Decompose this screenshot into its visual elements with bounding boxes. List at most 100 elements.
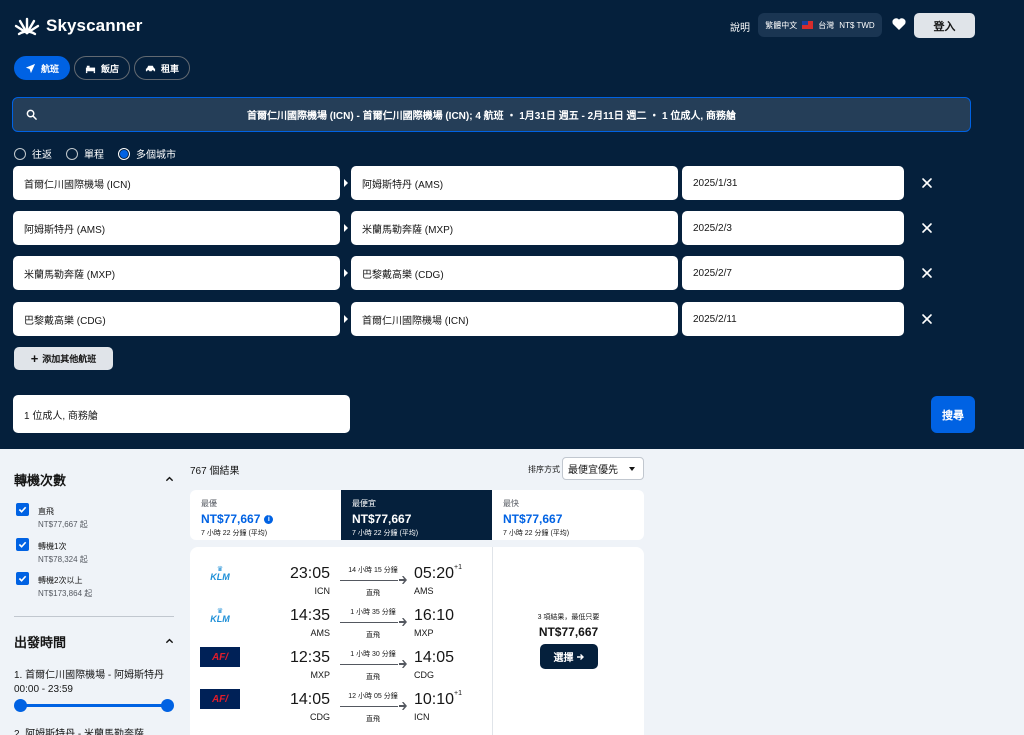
brand-name: Skyscanner	[46, 16, 143, 35]
plus-icon: +	[30, 351, 39, 366]
travelers-cabin-field[interactable]: 1 位成人, 商務艙	[13, 395, 350, 433]
locale-button[interactable]: 繁體中文 台灣 NT$ TWD	[758, 13, 882, 37]
departure-time-slider[interactable]	[19, 704, 167, 707]
day-offset: +1	[454, 690, 463, 697]
sort-tab-best[interactable]: 最優 NT$77,667 i 7 小時 22 分鐘 (平均)	[190, 490, 341, 540]
from-field[interactable]: 首爾仁川國際機場 (ICN)	[13, 166, 340, 200]
arrow-right-icon	[344, 179, 348, 187]
add-flight-button[interactable]: + 添加其他航班	[14, 347, 113, 370]
departure-airport: MXP	[310, 670, 330, 680]
round-trip-label: 往返	[32, 150, 52, 161]
chevron-up-icon[interactable]	[165, 636, 174, 645]
checkbox-direct[interactable]	[16, 503, 29, 516]
leg-row: 首爾仁川國際機場 (ICN) 阿姆斯特丹 (AMS) 2025/1/31	[13, 166, 943, 200]
departure-route-label: 1. 首爾仁川國際機場 - 阿姆斯特丹	[14, 670, 165, 681]
from-field[interactable]: 米蘭馬勒奔薩 (MXP)	[13, 256, 340, 290]
heart-icon[interactable]	[891, 16, 907, 32]
leg-row: 米蘭馬勒奔薩 (MXP) 巴黎戴高樂 (CDG) 2025/2/7	[13, 256, 943, 290]
multi-city-label: 多個城市	[136, 150, 176, 161]
result-count: 767 個結果	[190, 466, 240, 477]
sort-tab-price: NT$77,667	[201, 512, 261, 526]
tab-flights[interactable]: 航班	[14, 56, 71, 80]
radio-one-way[interactable]	[66, 147, 78, 160]
trip-type-multi-city[interactable]: 多個城市	[118, 146, 176, 161]
tab-hotels-label: 飯店	[101, 63, 120, 74]
flight-leg: AF/ 14:05 CDG 12 小時 05 分鐘 直飛 10:10+1 ICN	[190, 681, 492, 725]
tab-cars[interactable]: 租車	[134, 56, 191, 80]
arrival-airport: AMS	[414, 586, 434, 596]
info-icon[interactable]: i	[264, 514, 274, 524]
date-field[interactable]: 2025/2/11	[682, 302, 904, 336]
af-logo-slash: /	[225, 651, 229, 663]
slider-handle-end[interactable]	[161, 699, 174, 712]
to-field[interactable]: 巴黎戴高樂 (CDG)	[351, 256, 678, 290]
search-summary-bar[interactable]: 首爾仁川國際機場 (ICN) - 首爾仁川國際機場 (ICN); 4 航班 ・ …	[12, 97, 971, 132]
checkmark-icon	[18, 541, 27, 548]
flight-leg: ♛ KLM 14:35 AMS 1 小時 35 分鐘 直飛 16:10 MXP	[190, 597, 492, 641]
radio-multi-city[interactable]	[118, 147, 130, 160]
to-field[interactable]: 米蘭馬勒奔薩 (MXP)	[351, 211, 678, 245]
checkbox-two-plus[interactable]	[16, 572, 29, 585]
departure-airport: AMS	[310, 628, 330, 638]
taiwan-flag-icon	[802, 21, 814, 29]
sort-tab-name: 最快	[503, 499, 519, 508]
currency-label: NT$ TWD	[839, 20, 875, 30]
arrival-time-value: 05:20	[414, 565, 455, 582]
departure-airport: ICN	[314, 586, 331, 596]
sort-tabs: 最優 NT$77,667 i 7 小時 22 分鐘 (平均) 最便宜 NT$77,…	[190, 490, 644, 540]
to-field[interactable]: 首爾仁川國際機場 (ICN)	[351, 302, 678, 336]
flight-ticket-card[interactable]: ♛ KLM 23:05 ICN 14 小時 15 分鐘 直飛 05:20+1 AM…	[190, 547, 644, 735]
date-field[interactable]: 2025/2/3	[682, 211, 904, 245]
arrival-airport: ICN	[414, 712, 430, 722]
flight-leg: AF/ 12:35 MXP 1 小時 30 分鐘 直飛 14:05 CDG	[190, 639, 492, 683]
sort-tab-duration: 7 小時 22 分鐘 (平均)	[352, 530, 419, 537]
chevron-up-icon[interactable]	[165, 474, 174, 483]
bed-icon	[85, 65, 96, 73]
day-offset: +1	[454, 564, 463, 571]
deal-note: 3 項結果，最低只要	[537, 614, 600, 621]
tab-flights-label: 航班	[41, 63, 60, 74]
sun-logo-icon	[14, 17, 40, 36]
radio-round-trip[interactable]	[14, 147, 26, 160]
login-button[interactable]: 登入	[914, 13, 975, 38]
close-icon[interactable]	[920, 221, 934, 235]
sort-select[interactable]: 最便宜優先	[562, 457, 644, 480]
klm-logo: ♛ KLM	[200, 605, 240, 627]
af-logo-text: AF	[211, 693, 226, 705]
slider-handle-start[interactable]	[14, 699, 27, 712]
departure-filter-title[interactable]: 出發時間	[14, 632, 66, 651]
sort-tab-cheapest[interactable]: 最便宜 NT$77,667 7 小時 22 分鐘 (平均)	[341, 490, 492, 540]
route-line	[340, 664, 398, 665]
help-link[interactable]: 說明	[730, 19, 750, 34]
date-field[interactable]: 2025/2/7	[682, 256, 904, 290]
flight-leg: ♛ KLM 23:05 ICN 14 小時 15 分鐘 直飛 05:20+1 AM…	[190, 555, 492, 599]
search-icon	[26, 109, 37, 120]
product-tabs: 航班 飯店 租車	[14, 56, 191, 80]
arrival-time-value: 14:05	[414, 649, 455, 666]
to-field[interactable]: 阿姆斯特丹 (AMS)	[351, 166, 678, 200]
from-field[interactable]: 阿姆斯特丹 (AMS)	[13, 211, 340, 245]
trip-type-round-trip[interactable]: 往返	[14, 146, 52, 161]
close-icon[interactable]	[920, 312, 934, 326]
trip-type-one-way[interactable]: 單程	[66, 146, 104, 161]
flight-duration: 12 小時 05 分鐘	[348, 693, 398, 700]
flight-duration: 1 小時 30 分鐘	[350, 651, 396, 658]
from-field[interactable]: 巴黎戴高樂 (CDG)	[13, 302, 340, 336]
tab-hotels[interactable]: 飯店	[74, 56, 131, 80]
search-button[interactable]: 搜尋	[931, 396, 975, 433]
checkbox-one-stop[interactable]	[16, 538, 29, 551]
date-field[interactable]: 2025/1/31	[682, 166, 904, 200]
stops-filter-title[interactable]: 轉機次數	[14, 470, 66, 489]
leg-row: 巴黎戴高樂 (CDG) 首爾仁川國際機場 (ICN) 2025/2/11	[13, 302, 943, 336]
arrival-time: 05:20+1	[414, 564, 463, 583]
language-label: 繁體中文	[765, 20, 798, 30]
close-icon[interactable]	[920, 266, 934, 280]
skyscanner-logo[interactable]: Skyscanner	[14, 14, 142, 38]
select-button[interactable]: 選擇	[540, 644, 598, 669]
sort-label: 排序方式	[528, 465, 560, 474]
sort-tab-fastest[interactable]: 最快 NT$77,667 7 小時 22 分鐘 (平均)	[492, 490, 643, 540]
close-icon[interactable]	[920, 176, 934, 190]
departure-time-range: 00:00 - 23:59	[14, 684, 73, 695]
air-france-logo: AF /	[200, 689, 240, 709]
stop-label: 直飛	[38, 507, 54, 516]
